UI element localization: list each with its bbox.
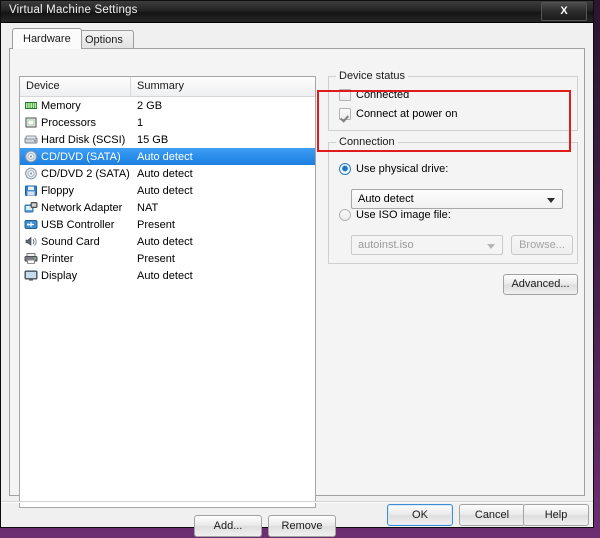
connected-label: Connected xyxy=(356,89,410,101)
device-label: Display xyxy=(41,269,78,282)
ok-button[interactable]: OK xyxy=(387,504,453,526)
device-cell: CD/DVD 2 (SATA) xyxy=(20,167,131,180)
device-label: Floppy xyxy=(41,184,75,197)
table-row[interactable]: Processors 1 xyxy=(20,114,315,131)
summary-cell: Auto detect xyxy=(137,235,193,248)
use-iso-image-label: Use ISO image file: xyxy=(356,209,451,221)
summary-cell: Auto detect xyxy=(137,184,193,197)
title-bar: Virtual Machine Settings X xyxy=(1,1,593,23)
table-row[interactable]: CD/DVD 2 (SATA) Auto detect xyxy=(20,165,315,182)
device-label: Network Adapter xyxy=(41,201,123,214)
device-list[interactable]: Device Summary Memory 2 GB Processors 1 Hard… xyxy=(19,76,316,508)
cd-dvd-icon xyxy=(24,150,38,163)
use-physical-drive-radio-row[interactable]: Use physical drive: xyxy=(339,163,448,175)
device-cell: Network Adapter xyxy=(20,201,131,214)
table-row[interactable]: Hard Disk (SCSI) 15 GB xyxy=(20,131,315,148)
advanced-button[interactable]: Advanced... xyxy=(503,274,578,295)
use-iso-image-radio[interactable] xyxy=(339,209,351,221)
device-cell: Memory xyxy=(20,99,131,112)
summary-cell: 2 GB xyxy=(137,99,163,112)
connected-checkbox[interactable] xyxy=(339,89,351,101)
device-cell: CD/DVD (SATA) xyxy=(20,150,131,163)
device-cell: USB Controller xyxy=(20,218,131,231)
device-label: Memory xyxy=(41,99,81,112)
iso-file-value: autoinst.iso xyxy=(358,239,414,251)
summary-cell: Present xyxy=(137,252,175,265)
device-label: Hard Disk (SCSI) xyxy=(41,133,126,146)
table-row[interactable]: Printer Present xyxy=(20,250,315,267)
tab-hardware[interactable]: Hardware xyxy=(12,28,82,49)
table-row[interactable]: Floppy Auto detect xyxy=(20,182,315,199)
hard-disk-icon xyxy=(24,133,38,146)
device-label: CD/DVD 2 (SATA) xyxy=(41,167,130,180)
connection-group: Connection Use physical drive: Auto dete… xyxy=(328,136,578,264)
summary-cell: Auto detect xyxy=(137,167,193,180)
summary-cell: Auto detect xyxy=(137,269,193,282)
dialog-footer: OK Cancel Help xyxy=(1,504,593,527)
summary-cell: Present xyxy=(137,218,175,231)
summary-cell: Auto detect xyxy=(137,150,193,163)
cancel-button[interactable]: Cancel xyxy=(459,504,525,526)
chevron-down-icon xyxy=(547,198,555,203)
connected-checkbox-row[interactable]: Connected xyxy=(339,89,409,101)
table-row[interactable]: Display Auto detect xyxy=(20,267,315,284)
summary-cell: 15 GB xyxy=(137,133,169,146)
floppy-icon xyxy=(24,184,38,197)
tab-options[interactable]: Options xyxy=(74,30,134,49)
virtual-machine-settings-window: Virtual Machine Settings X Hardware Opti… xyxy=(0,0,594,537)
connection-title: Connection xyxy=(336,136,398,148)
use-iso-image-radio-row[interactable]: Use ISO image file: xyxy=(339,209,451,221)
device-label: Sound Card xyxy=(41,235,100,248)
footer-separator xyxy=(1,501,593,503)
device-label: CD/DVD (SATA) xyxy=(41,150,121,163)
use-physical-drive-label: Use physical drive: xyxy=(356,163,449,175)
device-cell: Display xyxy=(20,269,131,282)
browse-button[interactable]: Browse... xyxy=(511,235,573,255)
network-adapter-icon xyxy=(24,201,38,214)
connect-at-power-on-label: Connect at power on xyxy=(356,108,458,120)
dialog-client-area: Hardware Options Device Summary Memory 2 … xyxy=(1,23,593,537)
column-header-summary: Summary xyxy=(137,80,185,92)
device-list-header: Device Summary xyxy=(20,77,315,97)
cd-dvd-icon xyxy=(24,167,38,180)
device-cell: Floppy xyxy=(20,184,131,197)
iso-file-select[interactable]: autoinst.iso xyxy=(351,235,503,255)
sound-card-icon xyxy=(24,235,38,248)
memory-icon xyxy=(24,99,38,112)
device-cell: Sound Card xyxy=(20,235,131,248)
physical-drive-select[interactable]: Auto detect xyxy=(351,189,563,209)
table-row[interactable]: CD/DVD (SATA) Auto detect xyxy=(20,148,315,165)
hardware-panel: Device Summary Memory 2 GB Processors 1 Hard… xyxy=(9,48,585,537)
connect-at-power-on-checkbox-row[interactable]: Connect at power on xyxy=(339,108,458,120)
table-row[interactable]: Sound Card Auto detect xyxy=(20,233,315,250)
window-title: Virtual Machine Settings xyxy=(9,4,138,16)
close-icon[interactable]: X xyxy=(541,2,587,21)
device-rows: Memory 2 GB Processors 1 Hard Disk (SCSI) 15 … xyxy=(20,97,315,284)
use-physical-drive-radio[interactable] xyxy=(339,163,351,175)
column-header-device: Device xyxy=(20,77,131,96)
help-button[interactable]: Help xyxy=(523,504,589,526)
device-label: Printer xyxy=(41,252,74,265)
device-label: Processors xyxy=(41,116,97,129)
table-row[interactable]: USB Controller Present xyxy=(20,216,315,233)
connect-at-power-on-checkbox[interactable] xyxy=(339,108,351,120)
device-status-group: Device status Connected Connect at power… xyxy=(328,70,578,131)
display-icon xyxy=(24,269,38,282)
summary-cell: NAT xyxy=(137,201,159,214)
device-label: USB Controller xyxy=(41,218,115,231)
usb-controller-icon xyxy=(24,218,38,231)
chevron-down-icon xyxy=(487,244,495,249)
processor-icon xyxy=(24,116,38,129)
table-row[interactable]: Memory 2 GB xyxy=(20,97,315,114)
tab-strip: Hardware Options xyxy=(12,28,582,49)
summary-cell: 1 xyxy=(137,116,144,129)
device-cell: Printer xyxy=(20,252,131,265)
table-row[interactable]: Network Adapter NAT xyxy=(20,199,315,216)
physical-drive-value: Auto detect xyxy=(358,193,414,205)
device-status-title: Device status xyxy=(336,70,409,82)
printer-icon xyxy=(24,252,38,265)
device-cell: Processors xyxy=(20,116,131,129)
device-cell: Hard Disk (SCSI) xyxy=(20,133,131,146)
